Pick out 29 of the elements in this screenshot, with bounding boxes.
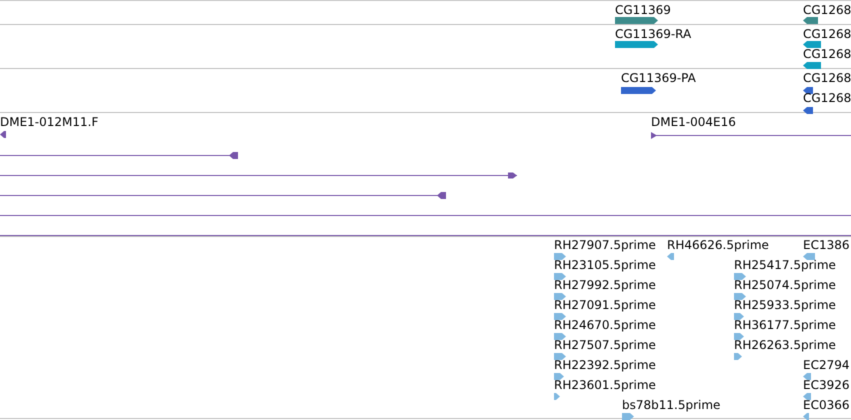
- feature-label: RH25417.5prime: [734, 258, 836, 272]
- feature-label: RH27091.5prime: [554, 298, 656, 312]
- feature-label: DME1-012M11.F: [0, 115, 98, 129]
- feature-label: CG1268: [803, 27, 851, 41]
- feature-label: CG11369-PA: [621, 71, 696, 85]
- feature-label: RH46626.5prime: [667, 238, 769, 252]
- feature-label: RH36177.5prime: [734, 318, 836, 332]
- feature-label: RH22392.5prime: [554, 358, 656, 372]
- feature-label: RH24670.5prime: [554, 318, 656, 332]
- feature-label: RH27507.5prime: [554, 338, 656, 352]
- feature-label: EC2794: [803, 358, 850, 372]
- feature-label: EC3926: [803, 378, 850, 392]
- feature-label: RH27907.5prime: [554, 238, 656, 252]
- feature-label: CG1268: [803, 47, 851, 61]
- feature-label: CG11369: [615, 3, 671, 17]
- feature-label: RH23105.5prime: [554, 258, 656, 272]
- feature-label: CG11369-RA: [615, 27, 692, 41]
- feature-label: RH26263.5prime: [734, 338, 836, 352]
- feature-label: RH25933.5prime: [734, 298, 836, 312]
- feature-label: RH27992.5prime: [554, 278, 656, 292]
- feature-label: RH25074.5prime: [734, 278, 836, 292]
- feature-label: CG1268: [803, 3, 851, 17]
- feature-label: CG1268: [803, 71, 851, 85]
- feature-label: EC0366: [803, 398, 850, 412]
- feature-label: bs78b11.5prime: [622, 398, 720, 412]
- feature-label: CG1268: [803, 91, 851, 105]
- feature-label: RH23601.5prime: [554, 378, 656, 392]
- feature-label: EC1386: [803, 238, 850, 252]
- feature-label: DME1-004E16: [651, 115, 736, 129]
